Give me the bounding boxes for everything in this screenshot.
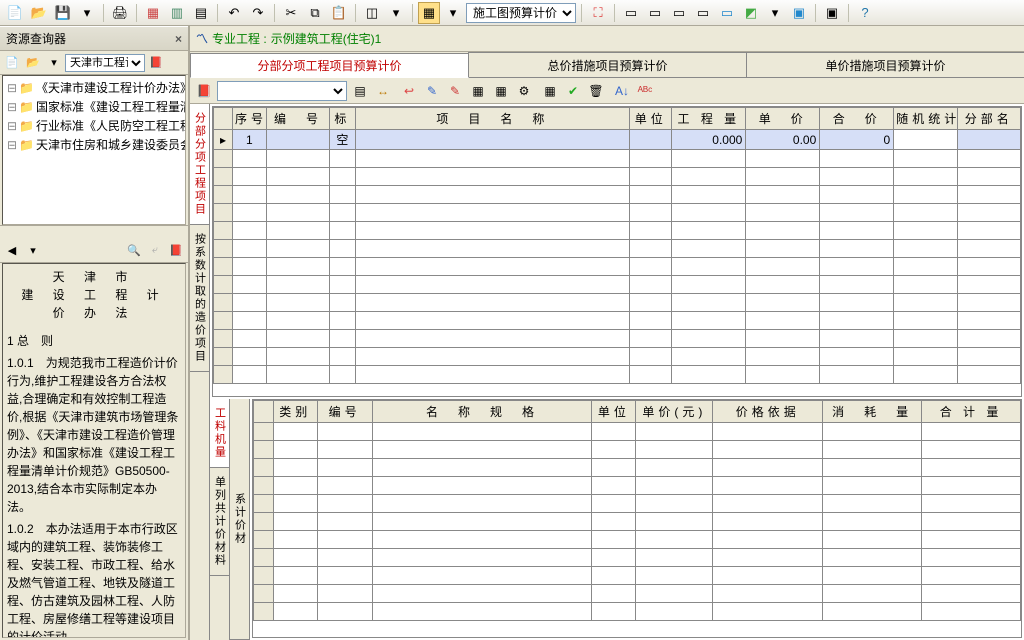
lower-grid[interactable]: 类别编号名 称 规 格单位单价(元)价格依据消 耗 量合 计 量 bbox=[252, 399, 1022, 638]
doc-preview[interactable]: 天 津 市 建 设 工 程 计 价 办 法 1 总 则 1.0.1 为规范我市工… bbox=[2, 263, 186, 638]
gt-box-icon[interactable]: ▦ bbox=[468, 81, 488, 101]
gt-form-icon[interactable]: ▤ bbox=[350, 81, 370, 101]
w7-icon[interactable]: ▾ bbox=[764, 2, 786, 24]
panel-title-label: 资源查询器 bbox=[6, 30, 66, 47]
tree-item: ⊟📁《天津市建设工程计价办法》 bbox=[5, 78, 183, 97]
main-content: 〽 专业工程 : 示例建筑工程(住宅)1 分部分项工程项目预算计价 总价措施项目… bbox=[190, 26, 1024, 640]
w1-icon[interactable]: ▭ bbox=[620, 2, 642, 24]
dd2-icon[interactable]: ▾ bbox=[442, 2, 464, 24]
app-logo-icon: 〽 bbox=[196, 30, 208, 47]
book2-icon[interactable]: 📕 bbox=[166, 241, 186, 261]
help-icon[interactable]: ? bbox=[854, 2, 876, 24]
save-icon[interactable]: 💾 bbox=[52, 2, 74, 24]
tab-unit-measure[interactable]: 单价措施项目预算计价 bbox=[746, 52, 1024, 77]
tree-item: ⊟📁国家标准《建设工程工程量清 bbox=[5, 97, 183, 116]
main-toolbar: 📄 📂 💾 ▾ 🖨 ▦ ▥ ▤ ↶ ↷ ✂ ⧉ 📋 ◫ ▾ ▦ ▾ 施工图预算计… bbox=[0, 0, 1024, 26]
tab-total-measure[interactable]: 总价措施项目预算计价 bbox=[468, 52, 747, 77]
w9-icon[interactable]: ▣ bbox=[821, 2, 843, 24]
panel-close-icon[interactable]: × bbox=[175, 32, 182, 46]
print-icon[interactable]: 🖨 bbox=[109, 2, 131, 24]
tree-item: ⊟📁天津市住房和城乡建设委员会 bbox=[5, 135, 183, 154]
tree-item: ⊟📁行业标准《人民防空工程工程 bbox=[5, 116, 183, 135]
region-combo[interactable]: 天津市工程计 bbox=[65, 54, 145, 72]
gt-cal-icon[interactable]: ▦ bbox=[491, 81, 511, 101]
calc-mode-combo[interactable]: 施工图预算计价 bbox=[466, 3, 576, 23]
gt-table-icon[interactable]: ▦ bbox=[540, 81, 560, 101]
resource-panel: 资源查询器 × 📄 📂 ▾ 天津市工程计 📕 ⊟📁《天津市建设工程计价办法》 ⊟… bbox=[0, 26, 190, 640]
w2-icon[interactable]: ▭ bbox=[644, 2, 666, 24]
list-icon[interactable]: ▤ bbox=[190, 2, 212, 24]
gt-swap-icon[interactable]: ↔ bbox=[373, 81, 393, 101]
rt-book-icon[interactable]: 📕 bbox=[146, 53, 166, 73]
rt-drop-icon[interactable]: ▾ bbox=[44, 53, 64, 73]
upper-grid[interactable]: 序号编 号标项 目 名 称单位工 程 量单 价合 价随机统计分部名▸1空0.00… bbox=[212, 106, 1022, 397]
vtab-material[interactable]: 工料机量 bbox=[210, 399, 229, 468]
rt-new-icon[interactable]: 📄 bbox=[2, 53, 22, 73]
new-icon[interactable]: 📄 bbox=[4, 2, 26, 24]
gt-combo[interactable] bbox=[217, 81, 347, 101]
highlighted-tool-icon[interactable]: ▦ bbox=[418, 2, 440, 24]
dropdown-icon[interactable]: ▾ bbox=[76, 2, 98, 24]
lower-vtabs-2: 系计价材 bbox=[230, 399, 250, 640]
gt-opt-icon[interactable]: ⚙ bbox=[514, 81, 534, 101]
thing1-icon[interactable]: ◫ bbox=[361, 2, 383, 24]
gt-del-icon[interactable]: 🗑 bbox=[586, 81, 606, 101]
panel-title: 资源查询器 × bbox=[0, 26, 188, 51]
tab-bar: 分部分项工程项目预算计价 总价措施项目预算计价 单价措施项目预算计价 bbox=[190, 52, 1024, 78]
copy-icon[interactable]: ⧉ bbox=[304, 2, 326, 24]
thing2-icon[interactable]: ▾ bbox=[385, 2, 407, 24]
w6-icon[interactable]: ◩ bbox=[740, 2, 762, 24]
w3-icon[interactable]: ▭ bbox=[668, 2, 690, 24]
vtab-listed[interactable]: 单列共计价材料 bbox=[210, 468, 229, 576]
gt-sort-icon[interactable]: A↓ bbox=[612, 81, 632, 101]
gt-pen2-icon[interactable]: ✎ bbox=[445, 81, 465, 101]
gt-abc-icon[interactable]: ᴬᴮᶜ bbox=[635, 81, 655, 101]
gt-edit-icon[interactable]: ↩ bbox=[399, 81, 419, 101]
open-icon[interactable]: 📂 bbox=[28, 2, 50, 24]
w8-icon[interactable]: ▣ bbox=[788, 2, 810, 24]
bracket-icon[interactable]: ⛶ bbox=[587, 2, 609, 24]
left-icon[interactable]: ◀ bbox=[2, 241, 22, 261]
w5-icon[interactable]: ▭ bbox=[716, 2, 738, 24]
grid-toolbar: 📕 ▤ ↔ ↩ ✎ ✎ ▦ ▦ ⚙ ▦ ✔ 🗑 A↓ ᴬᴮᶜ bbox=[190, 78, 1024, 104]
search-toolbar: ◀ ▾ 🔍 ⤶ 📕 bbox=[0, 239, 188, 263]
form1-icon[interactable]: ▦ bbox=[142, 2, 164, 24]
vtab-coeff[interactable]: 按系数计取的造价项目 bbox=[190, 225, 209, 372]
gt-pen1-icon[interactable]: ✎ bbox=[422, 81, 442, 101]
resource-tree[interactable]: ⊟📁《天津市建设工程计价办法》 ⊟📁国家标准《建设工程工程量清 ⊟📁行业标准《人… bbox=[2, 75, 186, 225]
gt-book-icon[interactable]: 📕 bbox=[194, 81, 214, 101]
w4-icon[interactable]: ▭ bbox=[692, 2, 714, 24]
vtab-pricemat[interactable]: 系计价材 bbox=[230, 399, 249, 640]
vtab-subitem[interactable]: 分部分项工程项目 bbox=[190, 104, 209, 225]
paste-icon[interactable]: 📋 bbox=[328, 2, 350, 24]
resource-toolbar: 📄 📂 ▾ 天津市工程计 📕 bbox=[0, 51, 188, 75]
lower-vtabs-1: 工料机量 单列共计价材料 bbox=[210, 399, 230, 640]
step-icon[interactable]: ⤶ bbox=[145, 241, 165, 261]
sep-icon: ▾ bbox=[23, 241, 43, 261]
redo-icon[interactable]: ↷ bbox=[247, 2, 269, 24]
tab-subitem[interactable]: 分部分项工程项目预算计价 bbox=[190, 53, 469, 78]
form2-icon[interactable]: ▥ bbox=[166, 2, 188, 24]
undo-icon[interactable]: ↶ bbox=[223, 2, 245, 24]
gt-check-icon[interactable]: ✔ bbox=[563, 81, 583, 101]
upper-vtabs: 分部分项工程项目 按系数计取的造价项目 bbox=[190, 104, 210, 640]
cut-icon[interactable]: ✂ bbox=[280, 2, 302, 24]
rt-open-icon[interactable]: 📂 bbox=[23, 53, 43, 73]
breadcrumb: 〽 专业工程 : 示例建筑工程(住宅)1 bbox=[190, 26, 1024, 52]
binoc-icon[interactable]: 🔍 bbox=[124, 241, 144, 261]
